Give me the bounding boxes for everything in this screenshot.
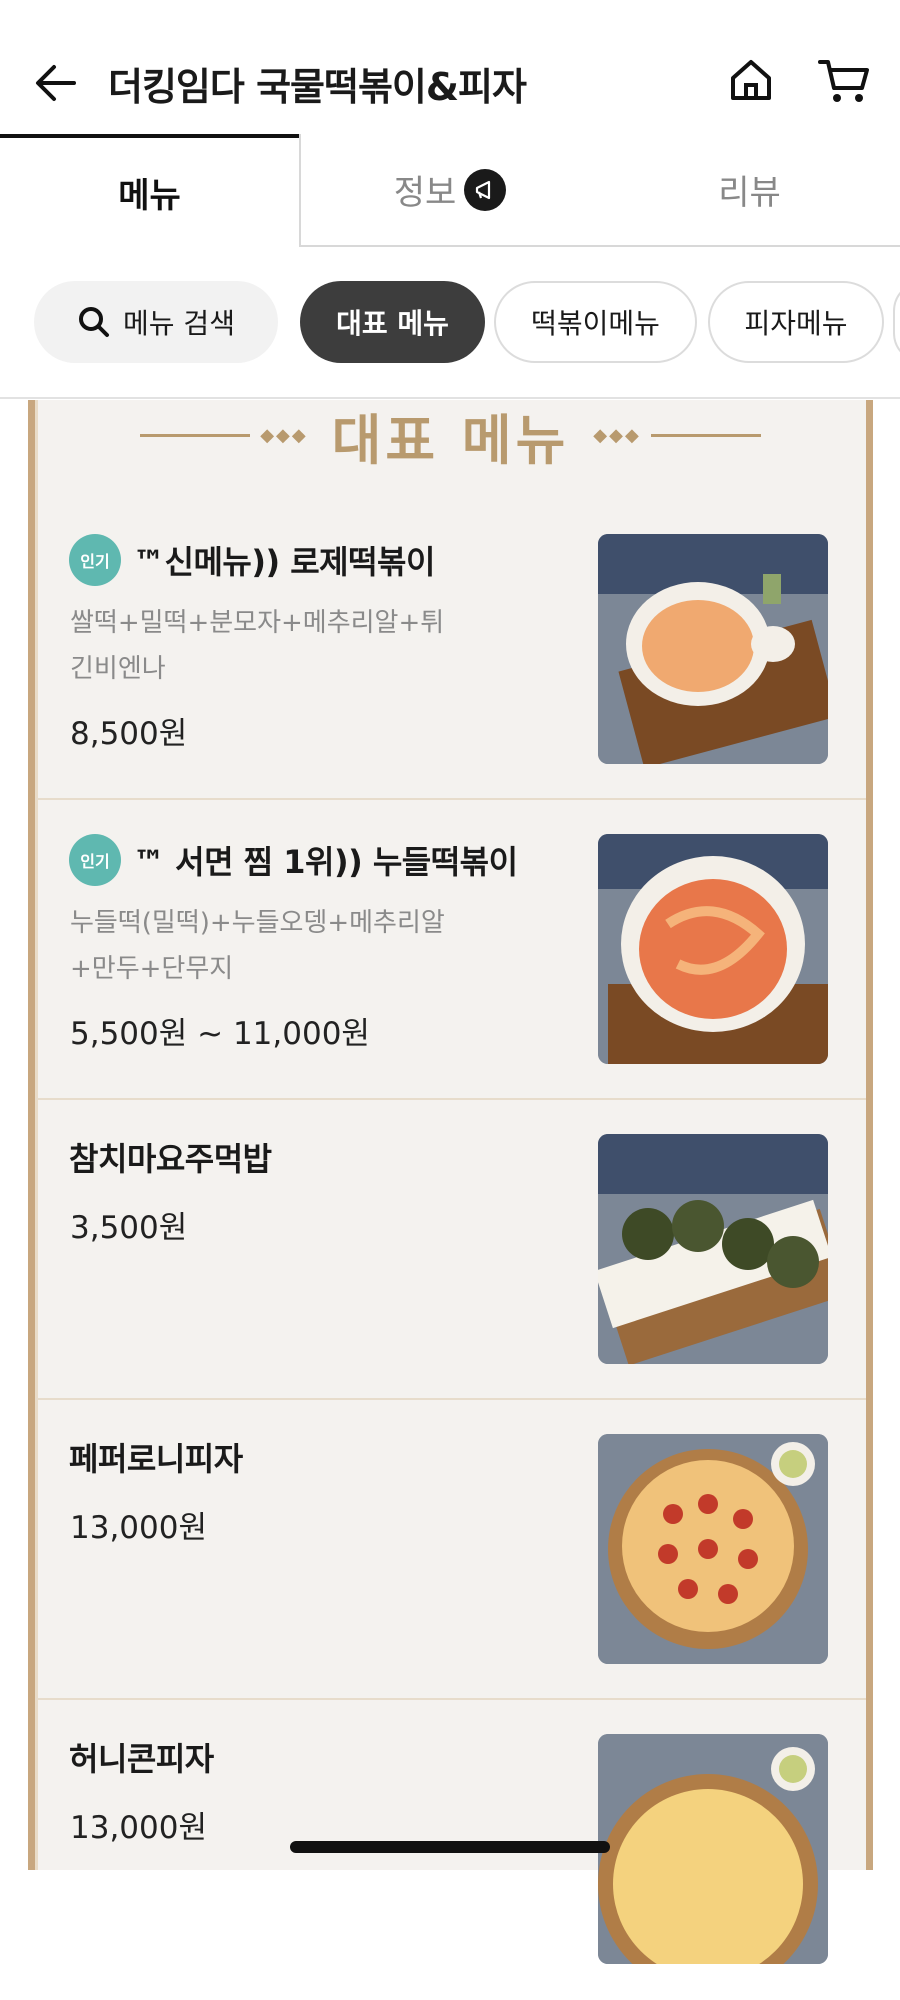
item-description: 누들떡(밀떡)+누들오뎅+메추리알+만두+단무지 xyxy=(70,908,445,984)
arrow-left-icon xyxy=(36,65,76,101)
item-name-row: 허니콘피자 xyxy=(69,1734,214,1780)
menu-board: ◆◆◆ 대표 메뉴 ◆◆◆ 인기 ™신메뉴)) 로제떡볶이 쌀떡+밀떡+분모자+… xyxy=(28,400,873,1964)
item-name: ™신메뉴)) 로제떡볶이 xyxy=(133,543,435,581)
menu-search-button[interactable]: 메뉴 검색 xyxy=(34,281,278,363)
item-name-row: 인기 ™신메뉴)) 로제떡볶이 xyxy=(69,534,435,586)
item-price: 3,500원 xyxy=(70,1210,188,1246)
home-indicator[interactable] xyxy=(290,1841,610,1853)
chip-tteokbokki-menu[interactable]: 떡볶이메뉴 xyxy=(494,281,697,363)
tab-menu[interactable]: 메뉴 xyxy=(0,134,299,247)
tab-info[interactable]: 정보 xyxy=(299,134,599,247)
popular-badge: 인기 xyxy=(69,834,121,886)
back-button[interactable] xyxy=(30,55,86,111)
item-name: 허니콘피자 xyxy=(69,1740,214,1778)
home-button[interactable] xyxy=(723,52,779,108)
item-name: 참치마요주먹밥 xyxy=(69,1140,272,1178)
home-icon xyxy=(731,60,771,100)
menu-item-photo xyxy=(598,834,828,1064)
cart-button[interactable] xyxy=(814,52,874,108)
chip-representative-menu[interactable]: 대표 메뉴 xyxy=(300,281,485,363)
chip-more[interactable] xyxy=(893,281,900,363)
app-header: 더킹임다 국물떡볶이&피자 xyxy=(0,0,900,134)
menu-item-photo xyxy=(598,534,828,764)
store-title: 더킹임다 국물떡볶이&피자 xyxy=(108,65,527,109)
item-name-row: 페퍼로니피자 xyxy=(69,1434,243,1480)
item-price: 5,500원 ~ 11,000원 xyxy=(70,1016,370,1052)
menu-item-noodle-tteokbokki[interactable]: 인기 ™ 서면 찜 1위)) 누들떡볶이 누들떡(밀떡)+누들오뎅+메추리알+만… xyxy=(35,800,866,1100)
menu-item-pepperoni-pizza[interactable]: 페퍼로니피자 13,000원 xyxy=(35,1400,866,1700)
item-name: 페퍼로니피자 xyxy=(69,1440,243,1478)
item-name-row: 참치마요주먹밥 xyxy=(69,1134,272,1180)
tab-menu-label: 메뉴 xyxy=(118,176,181,216)
category-chips: 메뉴 검색 대표 메뉴 떡볶이메뉴 피자메뉴 xyxy=(0,249,900,399)
menu-item-photo xyxy=(598,1134,828,1364)
cart-icon xyxy=(818,60,869,102)
tab-review[interactable]: 리뷰 xyxy=(599,134,900,247)
chip-pizza-menu[interactable]: 피자메뉴 xyxy=(708,281,884,363)
search-icon xyxy=(79,307,110,337)
item-name-row: 인기 ™ 서면 찜 1위)) 누들떡볶이 xyxy=(69,834,518,886)
tab-review-label: 리뷰 xyxy=(718,173,781,213)
menu-item-rose-tteokbokki[interactable]: 인기 ™신메뉴)) 로제떡볶이 쌀떡+밀떡+분모자+메추리알+튀긴비엔나 8,5… xyxy=(35,400,866,800)
item-price: 13,000원 xyxy=(70,1810,207,1846)
menu-item-photo xyxy=(598,1434,828,1664)
popular-badge: 인기 xyxy=(69,534,121,586)
menu-item-photo xyxy=(598,1734,828,1964)
tab-bar: 메뉴 정보 리뷰 xyxy=(0,134,900,249)
item-price: 13,000원 xyxy=(70,1510,207,1546)
item-description: 쌀떡+밀떡+분모자+메추리알+튀긴비엔나 xyxy=(70,608,445,684)
item-price: 8,500원 xyxy=(70,716,188,752)
tab-info-label: 정보 xyxy=(393,173,457,213)
megaphone-icon xyxy=(464,168,507,211)
menu-item-tuna-mayo-riceball[interactable]: 참치마요주먹밥 3,500원 xyxy=(35,1100,866,1400)
item-name: ™ 서면 찜 1위)) 누들떡볶이 xyxy=(133,843,518,881)
menu-search-label: 메뉴 검색 xyxy=(123,307,235,340)
